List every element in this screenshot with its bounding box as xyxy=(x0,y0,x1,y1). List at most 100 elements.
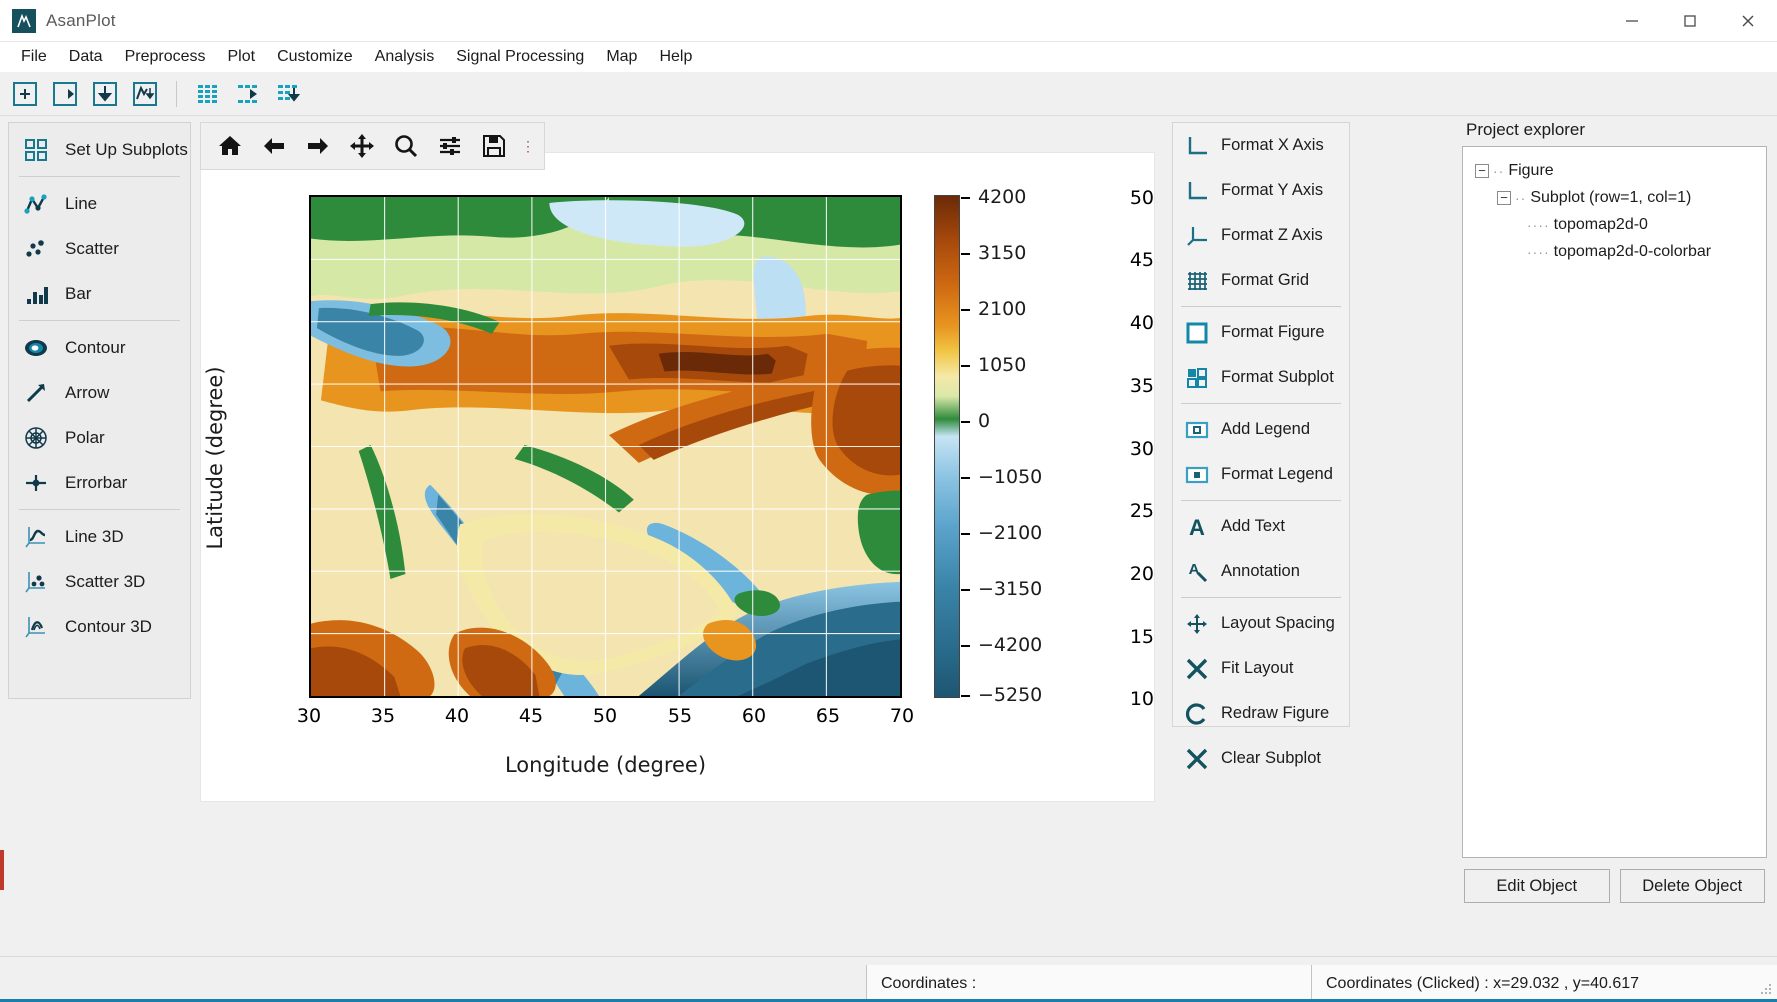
sidebar-item-label: Polar xyxy=(65,427,105,447)
format-z-axis-button[interactable]: Format Z Axis xyxy=(1173,213,1349,258)
format-subplot-button[interactable]: Format Subplot xyxy=(1173,355,1349,400)
back-arrow-icon[interactable] xyxy=(253,126,295,166)
annotation-button[interactable]: A Annotation xyxy=(1173,549,1349,594)
menu-data[interactable]: Data xyxy=(58,45,114,69)
sidebar-separator xyxy=(19,176,180,177)
menu-plot[interactable]: Plot xyxy=(217,45,267,69)
pan-icon[interactable] xyxy=(341,126,383,166)
open-figure-icon[interactable] xyxy=(48,77,82,111)
home-icon[interactable] xyxy=(209,126,251,166)
sidebar-separator xyxy=(19,320,180,321)
redraw-figure-button[interactable]: Redraw Figure xyxy=(1173,691,1349,736)
sidebar-item-scatter-3d[interactable]: Scatter 3D xyxy=(9,559,190,604)
menu-customize[interactable]: Customize xyxy=(266,45,364,69)
menu-map[interactable]: Map xyxy=(595,45,648,69)
sidebar-item-contour-3d[interactable]: Contour 3D xyxy=(9,604,190,649)
explorer-button-row: Edit Object Delete Object xyxy=(1462,869,1767,903)
subplot-icon xyxy=(1183,364,1211,392)
tree-node-subplot[interactable]: − ·· Subplot (row=1, col=1) xyxy=(1469,184,1760,211)
tree-collapse-icon[interactable]: − xyxy=(1475,163,1489,178)
toolbar-overflow-icon[interactable]: ⋮ xyxy=(521,138,535,155)
topomap2d-plot[interactable] xyxy=(309,195,902,698)
project-explorer-title: Project explorer xyxy=(1466,120,1586,139)
layout-spacing-button[interactable]: Layout Spacing xyxy=(1173,601,1349,646)
format-item-label: Format Subplot xyxy=(1221,368,1334,386)
forward-arrow-icon[interactable] xyxy=(297,126,339,166)
add-text-button[interactable]: A Add Text xyxy=(1173,504,1349,549)
window-title: AsanPlot xyxy=(46,10,116,30)
save-icon[interactable] xyxy=(473,126,515,166)
save-figure-icon[interactable] xyxy=(88,77,122,111)
export-plot-icon[interactable] xyxy=(128,77,162,111)
fit-layout-button[interactable]: Fit Layout xyxy=(1173,646,1349,691)
import-table-icon[interactable] xyxy=(231,77,265,111)
fit-layout-icon xyxy=(1183,655,1211,683)
table-icon[interactable] xyxy=(191,77,225,111)
configure-subplots-icon[interactable] xyxy=(429,126,471,166)
sidebar-separator xyxy=(19,509,180,510)
tree-node-figure[interactable]: − ·· Figure xyxy=(1469,157,1760,184)
topomap2d-0-colorbar[interactable]: 4200 3150 2100 1050 0 −1050 −2100 −3150 … xyxy=(934,186,1094,706)
format-legend-button[interactable]: Format Legend xyxy=(1173,452,1349,497)
clear-subplot-button[interactable]: Clear Subplot xyxy=(1173,736,1349,781)
format-item-label: Fit Layout xyxy=(1221,659,1294,677)
menu-help[interactable]: Help xyxy=(648,45,703,69)
sidebar-item-line[interactable]: Line xyxy=(9,181,190,226)
sidebar-item-label: Scatter xyxy=(65,238,119,258)
colorbar-tick-label: 3150 xyxy=(978,242,1027,264)
close-icon[interactable] xyxy=(1719,0,1777,42)
zoom-icon[interactable] xyxy=(385,126,427,166)
format-grid-button[interactable]: Format Grid xyxy=(1173,258,1349,303)
sidebar-item-label: Contour 3D xyxy=(65,616,152,636)
export-table-icon[interactable] xyxy=(271,77,305,111)
sidebar-item-scatter[interactable]: Scatter xyxy=(9,226,190,271)
tree-connector-icon: ···· xyxy=(1527,243,1550,260)
sidebar-item-bar[interactable]: Bar xyxy=(9,271,190,316)
sidebar-item-contour[interactable]: Contour xyxy=(9,325,190,370)
format-figure-button[interactable]: Format Figure xyxy=(1173,310,1349,355)
add-legend-button[interactable]: Add Legend xyxy=(1173,407,1349,452)
project-tree[interactable]: − ·· Figure − ·· Subplot (row=1, col=1) … xyxy=(1462,146,1767,858)
colorbar-tick-label: −1050 xyxy=(978,466,1043,488)
format-item-label: Format Z Axis xyxy=(1221,226,1323,244)
topography-raster xyxy=(311,197,900,696)
sidebar-item-label: Line 3D xyxy=(65,526,124,546)
tree-node-label: topomap2d-0-colorbar xyxy=(1553,242,1712,260)
sidebar-item-set-up-subplots[interactable]: Set Up Subplots xyxy=(9,127,190,172)
new-figure-icon[interactable] xyxy=(8,77,42,111)
maximize-icon[interactable] xyxy=(1661,0,1719,42)
edit-object-button[interactable]: Edit Object xyxy=(1464,869,1610,903)
sidebar-item-errorbar[interactable]: Errorbar xyxy=(9,460,190,505)
format-x-axis-button[interactable]: Format X Axis xyxy=(1173,123,1349,168)
menu-preprocess[interactable]: Preprocess xyxy=(114,45,217,69)
tree-node-topomap2d-0-colorbar[interactable]: ···· topomap2d-0-colorbar xyxy=(1469,238,1760,265)
subplots-icon xyxy=(21,135,51,165)
menu-signal-processing[interactable]: Signal Processing xyxy=(445,45,595,69)
menu-file[interactable]: File xyxy=(10,45,58,69)
delete-object-button[interactable]: Delete Object xyxy=(1619,869,1765,903)
x-tick-label: 35 xyxy=(370,705,396,727)
figure-canvas[interactable]: 50 45 40 35 30 25 20 15 10 30 35 40 45 5… xyxy=(200,152,1155,802)
sidebar-item-label: Errorbar xyxy=(65,472,128,492)
sidebar-item-label: Line xyxy=(65,193,98,213)
menu-analysis[interactable]: Analysis xyxy=(364,45,446,69)
sidebar-item-polar[interactable]: Polar xyxy=(9,415,190,460)
x-tick-label: 45 xyxy=(518,705,544,727)
format-item-label: Redraw Figure xyxy=(1221,704,1330,722)
sidebar-item-line-3d[interactable]: Line 3D xyxy=(9,514,190,559)
format-item-label: Format Grid xyxy=(1221,271,1310,289)
tree-collapse-icon[interactable]: − xyxy=(1497,190,1511,205)
tree-node-label: Figure xyxy=(1508,161,1554,179)
resize-grip-icon[interactable] xyxy=(1759,982,1773,996)
tree-connector-icon: ·· xyxy=(1493,162,1505,179)
x-axis-icon xyxy=(1183,132,1211,160)
tree-node-topomap2d-0[interactable]: ···· topomap2d-0 xyxy=(1469,211,1760,238)
x-tick-label: 55 xyxy=(667,705,693,727)
sidebar-item-label: Bar xyxy=(65,283,92,303)
x-tick-label: 30 xyxy=(296,705,322,727)
format-y-axis-button[interactable]: Format Y Axis xyxy=(1173,168,1349,213)
layout-spacing-icon xyxy=(1183,610,1211,638)
sidebar-item-arrow[interactable]: Arrow xyxy=(9,370,190,415)
status-bar: Coordinates : Coordinates (Clicked) : x=… xyxy=(0,956,1777,1002)
minimize-icon[interactable] xyxy=(1603,0,1661,42)
